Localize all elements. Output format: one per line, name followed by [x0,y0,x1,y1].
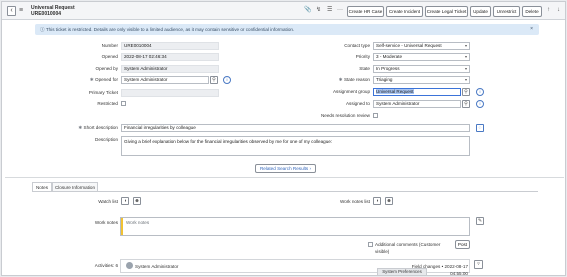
contact-type-value: Self-service - Universal Request [376,43,442,48]
short-description-label-text: Short description [83,125,118,130]
short-description-field[interactable]: Financial irregularities by colleague [121,124,470,132]
needs-resolution-review-label: Needs resolution review [320,113,370,118]
close-icon[interactable]: × [530,24,533,35]
state-reason-value: Triaging [376,77,393,82]
record-number: URE0010004 [31,11,62,17]
work-notes-textarea[interactable]: Work notes [120,217,470,236]
needs-resolution-review-checkbox[interactable] [373,113,378,118]
assignment-group-search-icon[interactable]: ⚲ [462,88,470,96]
state-select[interactable]: In Progress ▾ [373,65,470,73]
opened-by-label: Opened by [95,66,118,71]
opened-for-info-icon[interactable]: i [223,76,231,84]
create-hr-case-button[interactable]: Create HR Case [347,6,384,17]
chevron-right-icon: › [309,166,312,171]
additional-comments-checkbox[interactable] [368,242,373,247]
restricted-label: Restricted [97,101,118,106]
short-description-label: ✱ Short description [62,124,118,131]
sliders-icon[interactable]: ☰ [327,7,332,14]
form-header: ‹ ≡ Universal Request URE0010004 📎 ↯ ☰ ·… [2,2,565,20]
chevron-down-icon: ▾ [464,43,467,48]
chevron-down-icon: ▾ [464,54,467,59]
primary-ticket-label: Primary Ticket [88,90,118,95]
priority-value: 3 - Moderate [376,54,403,59]
contact-type-select[interactable]: Self-service - Universal Request ▾ [373,42,470,50]
info-icon: ⓘ [40,27,45,32]
activity-icon[interactable]: ↯ [316,7,321,14]
state-label: State [359,66,370,71]
activities-label: Activities: 6 [94,263,118,268]
paperclip-icon[interactable]: 📎 [304,7,311,14]
work-notes-label: Work notes [94,220,118,225]
post-button[interactable]: Post [455,240,470,249]
additional-comments-label: Additional comments (Customer visible) [375,242,441,254]
form-menu-icon[interactable]: ≡ [19,7,23,15]
number-label: Number [101,43,118,48]
opened-by-field: System Administrator [121,65,219,73]
work-notes-indicator [121,218,123,235]
opened-field: 2022-08-17 02:46:34 [121,53,219,61]
assignment-group-label: Assignment group [332,89,370,94]
assigned-to-field[interactable]: System Administrator [373,100,461,108]
opened-for-label: ✱ Opened for [62,76,118,83]
chevron-down-icon: ▾ [464,66,467,71]
activity-author: System Administrator [135,264,179,269]
mandatory-icon: ✱ [338,77,343,82]
primary-ticket-field [121,89,219,97]
assigned-to-label: Assigned to [345,101,370,106]
create-legal-ticket-button[interactable]: Create Legal Ticket [425,6,468,17]
assignment-group-value: Universal Request [376,89,414,94]
compose-icon[interactable]: ✎ [476,217,484,225]
opened-label: Opened [101,54,118,59]
watch-list-add-me-icon[interactable]: ☻ [133,197,141,205]
work-notes-list-add-me-icon[interactable]: ☻ [385,197,393,205]
priority-select[interactable]: 3 - Moderate ▾ [373,53,470,61]
opened-for-label-text: Opened for [95,77,118,82]
priority-label: Priority [355,54,370,59]
state-reason-select[interactable]: Triaging ▾ [373,76,470,84]
previous-record-icon[interactable]: ↑ [547,7,550,14]
chevron-down-icon: ▾ [464,77,467,82]
assigned-to-search-icon[interactable]: ⚲ [462,100,470,108]
assignment-group-field[interactable]: Universal Request [373,88,461,96]
state-value: In Progress [376,66,400,71]
related-search-results-label: Related Search Results [259,166,309,171]
system-preferences-toast[interactable]: System Preferences [377,268,427,275]
related-search-results-button[interactable]: Related Search Results › [255,164,316,173]
tab-underline [32,191,538,192]
assigned-to-info-icon[interactable]: i [476,100,484,108]
watch-list-label: Watch list [98,199,118,204]
description-textarea[interactable]: Giving a brief explanation below for the… [121,136,470,156]
section-divider [5,177,564,178]
opened-for-search-icon[interactable]: ⚲ [210,76,218,84]
watch-list-lock-icon[interactable]: ◑ [121,197,129,205]
assignment-group-info-icon[interactable]: i [476,88,484,96]
filter-icon[interactable]: ▿ [474,260,483,269]
update-button[interactable]: Update [470,6,491,17]
more-icon[interactable]: ··· [337,7,343,14]
avatar [126,262,133,269]
mandatory-icon: ✱ [89,77,94,82]
unrestrict-button[interactable]: Unrestrict [493,6,520,17]
state-reason-label: ✱ State reason [302,76,370,83]
contact-type-label: Contact type [344,43,370,48]
description-label: Description [95,137,118,142]
opened-for-field[interactable]: System Administrator [121,76,209,84]
mandatory-icon: ✱ [78,125,83,130]
number-field: URE0010004 [121,42,219,50]
restricted-banner: ⓘ This ticket is restricted. Details are… [35,24,539,35]
work-notes-list-lock-icon[interactable]: ◑ [373,197,381,205]
create-incident-button[interactable]: Create Incident [386,6,423,17]
delete-button[interactable]: Delete [522,6,542,17]
restricted-banner-text: This ticket is restricted. Details are o… [45,27,295,32]
restricted-checkbox[interactable] [121,101,126,106]
next-record-icon[interactable]: ↓ [557,7,560,14]
work-notes-list-label: Work notes list [339,199,370,204]
suggestion-icon[interactable]: ♢ [476,124,484,132]
record-form-window: ‹ ≡ Universal Request URE0010004 📎 ↯ ☰ ·… [1,1,566,276]
state-reason-label-text: State reason [343,77,370,82]
back-button[interactable]: ‹ [7,6,16,16]
work-notes-placeholder: Work notes [126,220,150,225]
